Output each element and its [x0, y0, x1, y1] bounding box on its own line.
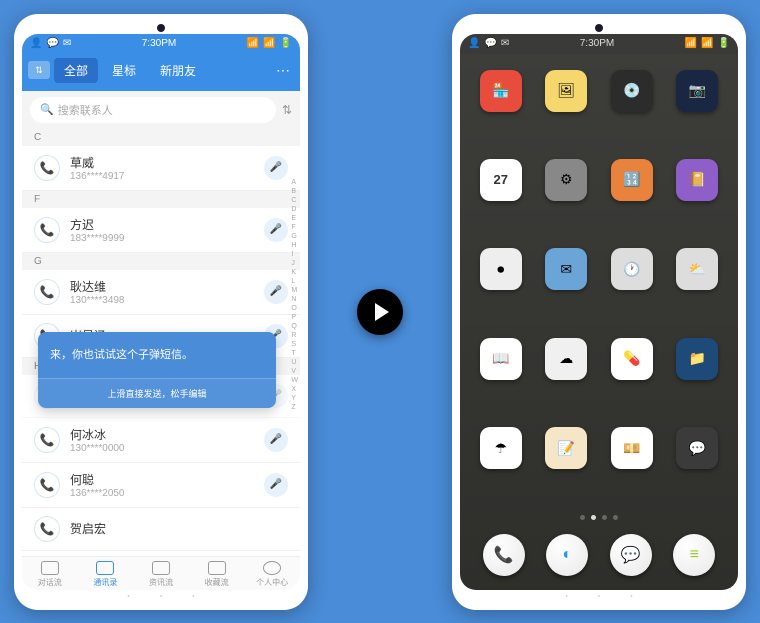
battery-icon: 🔋 [718, 38, 730, 49]
contact-row[interactable]: 📞 何聪 136****2050 🎤 [22, 463, 300, 508]
signal-icon: 📶 [263, 38, 275, 49]
chat-icon: 💬 [484, 38, 496, 49]
popup-hint: 上滑直接发送，松手编辑 [38, 378, 276, 408]
app-files[interactable]: 📁 [676, 338, 718, 380]
nav-contacts[interactable]: 通讯录 [78, 561, 134, 588]
tab-all[interactable]: 全部 [54, 58, 98, 83]
homescreen[interactable]: 🏪 🖼 💿 📷 27 ⚙ 🔢 📔 ⏺ ✉ 🕐 ⛅ 📖 ☁ 💊 📁 ☂ 📝 💴 💬 📞 ◐ 💬 ≡ [460, 54, 738, 590]
contact-row[interactable]: 📞 草威 136****4917 🎤 [22, 146, 300, 191]
nav-chats[interactable]: 对话流 [22, 561, 78, 588]
wifi-icon: 📶 [247, 38, 259, 49]
user-icon: 👤 [30, 38, 42, 49]
sort-icon[interactable]: ⇅ [282, 103, 292, 117]
phone-mockup-contacts: 👤 💬 ✉ 7:30PM 📶 📶 🔋 ⇅ 全部 星标 新朋友 ⋯ 🔍 搜索联系人 [14, 14, 308, 610]
nav-news[interactable]: 资讯流 [133, 561, 189, 588]
phone-nav-dots: ●●● [460, 590, 738, 601]
contact-row[interactable]: 📞 耿达维 130****3498 🎤 [22, 270, 300, 315]
page-indicator [460, 511, 738, 524]
mail-icon: ✉ [63, 38, 71, 49]
menu-dots-icon[interactable]: ⋯ [276, 62, 294, 79]
dock-browser[interactable]: ◐ [546, 534, 588, 576]
tab-newfriends[interactable]: 新朋友 [150, 58, 206, 83]
app-clock[interactable]: 🕐 [611, 248, 653, 290]
mail-icon: ✉ [501, 38, 509, 49]
play-button[interactable] [357, 289, 403, 335]
voice-message-popup[interactable]: 来，你也试试这个子弹短信。 上滑直接发送，松手编辑 [38, 332, 276, 408]
voice-icon[interactable]: 🎤 [264, 280, 288, 304]
status-bar: 👤 💬 ✉ 7:30PM 📶 📶 🔋 [460, 34, 738, 54]
tab-bar: ⇅ 全部 星标 新朋友 ⋯ [22, 54, 300, 91]
bottom-nav: 对话流 通讯录 资讯流 收藏流 个人中心 [22, 556, 300, 590]
app-finance[interactable]: 💴 [611, 427, 653, 469]
call-icon[interactable]: 📞 [34, 472, 60, 498]
call-icon[interactable]: 📞 [34, 217, 60, 243]
status-bar: 👤 💬 ✉ 7:30PM 📶 📶 🔋 [22, 34, 300, 54]
camera-dot [157, 24, 165, 32]
camera-dot [595, 24, 603, 32]
call-icon[interactable]: 📞 [34, 279, 60, 305]
contact-row[interactable]: 📞 贺启宏 [22, 508, 300, 551]
dock-contacts[interactable]: ≡ [673, 534, 715, 576]
call-icon[interactable]: 📞 [34, 155, 60, 181]
app-mail[interactable]: ✉ [545, 248, 587, 290]
nav-favorites[interactable]: 收藏流 [189, 561, 245, 588]
clock-time: 7:30PM [580, 38, 614, 49]
call-icon[interactable]: 📞 [34, 516, 60, 542]
dock-phone[interactable]: 📞 [483, 534, 525, 576]
dock-messages[interactable]: 💬 [610, 534, 652, 576]
app-cloud[interactable]: ☁ [545, 338, 587, 380]
wifi-icon: 📶 [685, 38, 697, 49]
search-input[interactable]: 🔍 搜索联系人 [30, 97, 276, 123]
app-weather[interactable]: ⛅ [676, 248, 718, 290]
app-memo[interactable]: 📝 [545, 427, 587, 469]
voice-icon[interactable]: 🎤 [264, 218, 288, 242]
app-calculator[interactable]: 🔢 [611, 159, 653, 201]
app-store[interactable]: 🏪 [480, 70, 522, 112]
phone-nav-dots: ●●● [22, 590, 300, 601]
popup-message: 来，你也试试这个子弹短信。 [38, 332, 276, 378]
user-icon: 👤 [468, 38, 480, 49]
search-bar: 🔍 搜索联系人 ⇅ [22, 91, 300, 129]
alpha-index[interactable]: ABCDEFGHIJKLMNOPQRSTUVWXYZ [291, 179, 298, 411]
battery-icon: 🔋 [280, 38, 292, 49]
search-placeholder: 搜索联系人 [58, 102, 113, 118]
search-icon: 🔍 [40, 103, 54, 116]
app-music[interactable]: 💿 [611, 70, 653, 112]
clock-time: 7:30PM [142, 38, 176, 49]
app-settings[interactable]: ⚙ [545, 159, 587, 201]
section-f: F [22, 191, 300, 208]
signal-icon: 📶 [701, 38, 713, 49]
dock: 📞 ◐ 💬 ≡ [460, 524, 738, 590]
app-camera[interactable]: 📷 [676, 70, 718, 112]
tab-starred[interactable]: 星标 [102, 58, 146, 83]
nav-profile[interactable]: 个人中心 [244, 561, 300, 588]
section-c: C [22, 129, 300, 146]
app-reader[interactable]: 📖 [480, 338, 522, 380]
tab-switch-icon[interactable]: ⇅ [28, 61, 50, 79]
chat-icon: 💬 [46, 38, 58, 49]
voice-icon[interactable]: 🎤 [264, 473, 288, 497]
app-calendar[interactable]: 27 [480, 159, 522, 201]
contact-row[interactable]: 📞 方迟 183****9999 🎤 [22, 208, 300, 253]
contact-row[interactable]: 📞 何冰冰 130****0000 🎤 [22, 418, 300, 463]
voice-icon[interactable]: 🎤 [264, 428, 288, 452]
section-g: G [22, 253, 300, 270]
call-icon[interactable]: 📞 [34, 427, 60, 453]
app-photos[interactable]: 🖼 [545, 70, 587, 112]
app-recorder[interactable]: ⏺ [480, 248, 522, 290]
app-health[interactable]: 💊 [611, 338, 653, 380]
phone-mockup-homescreen: 👤 💬 ✉ 7:30PM 📶 📶 🔋 🏪 🖼 💿 📷 27 ⚙ 🔢 📔 ⏺ ✉ 🕐 ⛅ 📖 ☁ 💊 📁 ☂ 📝 💴 💬… [452, 14, 746, 610]
app-chat[interactable]: 💬 [676, 427, 718, 469]
app-umbrella[interactable]: ☂ [480, 427, 522, 469]
app-notes[interactable]: 📔 [676, 159, 718, 201]
voice-icon[interactable]: 🎤 [264, 156, 288, 180]
